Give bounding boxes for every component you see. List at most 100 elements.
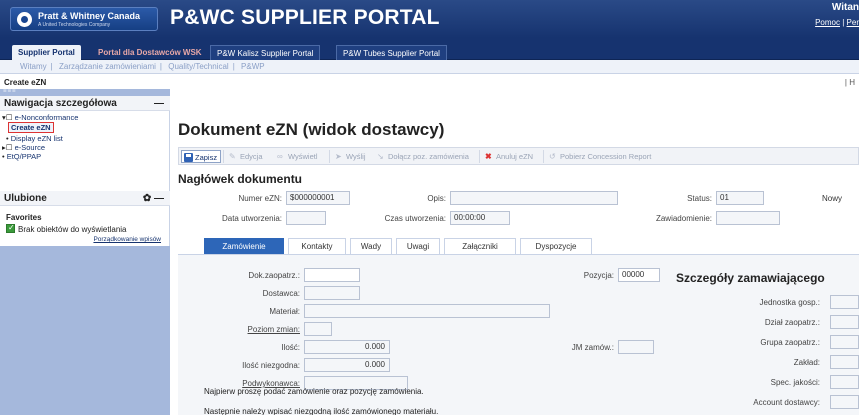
- pozycja-field[interactable]: 00000: [618, 268, 660, 282]
- page-title: Create eZN: [4, 78, 47, 87]
- grupa-label: Grupa zaopatrz.:: [760, 338, 820, 347]
- jednostka-field[interactable]: [830, 295, 859, 309]
- glasses-icon: ∞: [277, 152, 283, 161]
- material-label: Materiał:: [269, 307, 300, 316]
- poziom-zmian-label[interactable]: Poziom zmian:: [210, 325, 300, 334]
- help-links: Pomoc | Per: [815, 18, 859, 27]
- dostawca-label: Dostawca:: [262, 289, 300, 298]
- data-utworzenia-label: Data utworzenia:: [221, 214, 282, 223]
- sort-entries-link[interactable]: Porządkowanie wpisów: [93, 236, 161, 243]
- dok-zaopatrz-label: Dok.zaopatrz.:: [248, 271, 300, 280]
- cancel-x-icon: ✖: [485, 152, 492, 161]
- jm-zamow-label: JM zamów.:: [571, 343, 614, 352]
- tree-item-etq[interactable]: • EtQ/PPAP: [2, 152, 78, 161]
- logo-emblem-icon: [17, 12, 32, 27]
- tab-wady[interactable]: Wady: [350, 238, 392, 254]
- tree-item-display-ezn[interactable]: • Display eZN list: [2, 134, 78, 143]
- tree-item-create-ezn[interactable]: Create eZN: [2, 122, 78, 134]
- display-button[interactable]: ∞ Wyświetl: [275, 150, 318, 163]
- data-utworzenia-field[interactable]: [286, 211, 326, 225]
- logo-subtitle: A United Technologies Company: [38, 22, 111, 28]
- czas-utworzenia-field[interactable]: 00:00:00: [450, 211, 510, 225]
- company-logo[interactable]: Pratt & Whitney Canada A United Technolo…: [10, 7, 158, 31]
- tab-uwagi[interactable]: Uwagi: [396, 238, 440, 254]
- zaklad-field[interactable]: [830, 355, 859, 369]
- collapse-icon[interactable]: —: [154, 96, 164, 111]
- tab-dyspozycje[interactable]: Dyspozycje: [520, 238, 592, 254]
- opis-field[interactable]: [450, 191, 618, 205]
- document-title: Dokument eZN (widok dostawcy): [178, 120, 445, 139]
- favorites-title: Favorites: [6, 213, 42, 222]
- section-title: Nagłówek dokumentu: [178, 172, 303, 186]
- dzial-label: Dział zaopatrz.:: [764, 318, 820, 327]
- pencil-icon: ✎: [229, 152, 236, 161]
- spec-field[interactable]: [830, 375, 859, 389]
- page-title-right[interactable]: | H: [845, 76, 855, 90]
- status-text: Nowy: [822, 194, 843, 203]
- attach-icon: ↘: [377, 152, 384, 161]
- main-content: Dokument eZN (widok dostawcy) Zapisz ✎ Ed…: [170, 96, 859, 415]
- tab-supplier-portal[interactable]: Supplier Portal: [12, 45, 81, 60]
- status-label: Status:: [687, 194, 712, 203]
- numer-field[interactable]: $000000001: [286, 191, 350, 205]
- ilosc-niezgodna-field[interactable]: 0.000: [304, 358, 390, 372]
- subnav-witamy[interactable]: Witamy: [20, 62, 47, 71]
- zawiadomienie-field[interactable]: [716, 211, 780, 225]
- personalize-link[interactable]: Per: [847, 18, 859, 27]
- cancel-ezn-button[interactable]: ✖ Anuluj eZN: [483, 150, 533, 163]
- sidebar-empty-area: [0, 246, 170, 415]
- opis-label: Opis:: [427, 194, 446, 203]
- save-icon: [184, 153, 193, 162]
- help-separator: |: [842, 18, 845, 27]
- tab-tubes-portal[interactable]: P&W Tubes Supplier Portal: [336, 45, 447, 60]
- favorites-panel-title: Ulubione: [4, 193, 47, 204]
- info-text-2: Następnie należy wpisać niezgodną ilość …: [204, 407, 439, 415]
- dzial-field[interactable]: [830, 315, 859, 329]
- report-icon: ↺: [549, 152, 556, 161]
- zaklad-label: Zakład:: [793, 358, 820, 367]
- spec-label: Spec. jakości:: [770, 378, 820, 387]
- account-field[interactable]: [830, 395, 859, 409]
- tab-kalisz-portal[interactable]: P&W Kalisz Supplier Portal: [210, 45, 321, 60]
- poziom-zmian-field[interactable]: [304, 322, 332, 336]
- check-icon: [6, 223, 15, 233]
- dok-zaopatrz-field[interactable]: [304, 268, 360, 282]
- tree-item-esource[interactable]: ▸☐ e-Source: [2, 143, 78, 152]
- tree-item-enonconformance[interactable]: ▾☐ e-Nonconformance: [2, 113, 78, 122]
- subnav-quality[interactable]: Quality/Technical: [168, 62, 228, 71]
- jm-zamow-field[interactable]: [618, 340, 654, 354]
- nav-collapse-strip[interactable]: ≡≡≡: [0, 88, 170, 96]
- tab-zalaczniki[interactable]: Załączniki: [444, 238, 516, 254]
- edit-button[interactable]: ✎ Edycja: [227, 150, 263, 163]
- grupa-field[interactable]: [830, 335, 859, 349]
- details-title: Szczegóły zamawiającego: [676, 271, 825, 285]
- page-title-bar: Create eZN | H: [0, 76, 859, 90]
- send-icon: ➤: [335, 152, 342, 161]
- help-link[interactable]: Pomoc: [815, 18, 840, 27]
- favorites-controls[interactable]: ✿ —: [143, 191, 164, 206]
- ilosc-field[interactable]: 0.000: [304, 340, 390, 354]
- concession-report-button[interactable]: ↺ Pobierz Concession Report: [547, 150, 651, 163]
- subnav-zamowienia[interactable]: Zarządzanie zamówieniami: [59, 62, 156, 71]
- pozycja-label: Pozycja:: [583, 271, 614, 280]
- tab-zamowienie[interactable]: Zamówienie: [204, 238, 284, 254]
- create-ezn-link[interactable]: Create eZN: [8, 122, 54, 133]
- tab-kontakty[interactable]: Kontakty: [288, 238, 346, 254]
- favorites-panel-header: Ulubione ✿ —: [0, 191, 170, 206]
- material-field[interactable]: [304, 304, 550, 318]
- send-button[interactable]: ➤ Wyślij: [333, 150, 366, 163]
- portal-title: P&WC SUPPLIER PORTAL: [170, 6, 440, 29]
- account-label: Account dostawcy:: [753, 398, 820, 407]
- attach-order-button[interactable]: ↘ Dołącz poz. zamówienia: [375, 150, 469, 163]
- nav-tree: ▾☐ e-Nonconformance Create eZN • Display…: [2, 113, 78, 161]
- sub-navigation: Witamy | Zarządzanie zamówieniami | Qualit…: [0, 60, 859, 74]
- subnav-pwp[interactable]: P&WP: [241, 62, 265, 71]
- top-tab-bar: Supplier Portal Portal dla Dostawców WSK…: [0, 38, 859, 60]
- detail-nav-title: Nawigacja szczegółowa: [4, 98, 117, 109]
- save-button[interactable]: Zapisz: [181, 150, 222, 163]
- status-field[interactable]: 01: [716, 191, 764, 205]
- tab-portal-wsk[interactable]: Portal dla Dostawców WSK: [92, 45, 208, 60]
- czas-utworzenia-label: Czas utworzenia:: [384, 214, 446, 223]
- jednostka-label: Jednostka gosp.:: [759, 298, 820, 307]
- dostawca-field[interactable]: [304, 286, 360, 300]
